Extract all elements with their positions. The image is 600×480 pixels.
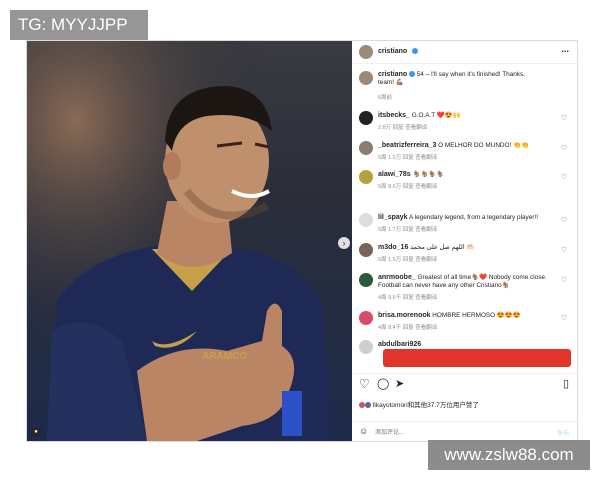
add-comment-input[interactable] xyxy=(373,426,527,439)
comment-icon[interactable]: ◯ xyxy=(377,377,389,390)
verified-icon xyxy=(408,71,415,78)
share-icon[interactable]: ➤ xyxy=(395,377,404,390)
like-icon[interactable]: ♡ xyxy=(359,377,370,391)
avatar[interactable] xyxy=(359,71,373,85)
comment-username[interactable]: brisa.morenook xyxy=(378,312,431,319)
image-preview xyxy=(383,349,571,367)
comment-text: HOMBRE HERMOSO 😍😍😍 xyxy=(432,312,521,319)
avatar[interactable] xyxy=(359,170,373,184)
avatar[interactable] xyxy=(359,273,373,287)
avatar[interactable] xyxy=(359,243,373,257)
like-comment-icon[interactable]: ♡ xyxy=(561,144,567,152)
captain-armband xyxy=(282,391,302,436)
comment-meta: 5周 1.7万 回复 查看翻译 xyxy=(378,227,438,233)
avatar[interactable] xyxy=(359,311,373,325)
liker-avatar-icon xyxy=(364,402,371,409)
watermark-top: TG: MYYJJPP xyxy=(10,10,148,40)
action-bar: ♡ ◯ ➤ ▯ xyxy=(353,373,577,396)
carousel-dots xyxy=(183,434,197,437)
comment-meta: 4周 9.6千 回复 查看翻译 xyxy=(378,295,438,301)
like-comment-icon[interactable]: ♡ xyxy=(561,114,567,122)
comment-username[interactable]: abdulbari926 xyxy=(378,341,421,348)
comment-username[interactable]: alawi_78s xyxy=(378,171,411,178)
comment-text: اللهم صل على محمد 🤲🏻 xyxy=(410,244,475,251)
avatar[interactable] xyxy=(359,111,373,125)
comment-username[interactable]: lil_spayk xyxy=(378,214,408,221)
comment-text: A legendary legend, from a legendary pla… xyxy=(409,214,538,221)
comment-username[interactable]: itsbecks_ xyxy=(378,112,410,119)
jersey-sponsor: ARAMCO xyxy=(202,351,247,362)
avatar[interactable] xyxy=(359,340,373,354)
comment-username[interactable]: m3do_16 xyxy=(378,244,408,251)
likes-text[interactable]: fikayotomori和其他37.7万位用户赞了 xyxy=(373,402,479,409)
comment-meta: 4周 8.4千 回复 查看翻译 xyxy=(378,325,438,331)
instagram-post: ARAMCO › ● cristiano ... cristiano 54 – … xyxy=(26,40,578,442)
more-options-icon[interactable]: ... xyxy=(561,44,569,54)
watermark-bottom: www.zslw88.com xyxy=(428,440,590,470)
next-photo-icon[interactable]: › xyxy=(338,237,350,249)
avatar[interactable] xyxy=(359,141,373,155)
post-photo: ARAMCO › ● xyxy=(27,41,352,441)
like-comment-icon[interactable]: ♡ xyxy=(561,246,567,254)
add-comment-bar: ☺ 发布 xyxy=(353,421,577,442)
comment-meta: 5周 8.6万 回复 查看翻译 xyxy=(378,184,438,190)
likes-summary: fikayotomori和其他37.7万位用户赞了 xyxy=(359,399,479,409)
comment-meta: 5周 1.2万 回复 查看翻译 xyxy=(378,155,438,161)
post-comment-button[interactable]: 发布 xyxy=(557,428,569,437)
save-icon[interactable]: ▯ xyxy=(563,377,569,390)
like-comment-icon[interactable]: ♡ xyxy=(561,314,567,322)
comment-meta: 5周 1.5万 回复 查看翻译 xyxy=(378,257,438,263)
header-username[interactable]: cristiano xyxy=(378,48,407,55)
player-illustration: ARAMCO xyxy=(27,41,352,441)
tagged-user-icon[interactable]: ● xyxy=(31,427,41,437)
like-comment-icon[interactable]: ♡ xyxy=(561,173,567,181)
like-comment-icon[interactable]: ♡ xyxy=(561,276,567,284)
like-comment-icon[interactable]: ♡ xyxy=(561,216,567,224)
comment-username[interactable]: anrmoobe_ xyxy=(378,274,416,281)
comment-text: 🐐🐐🐐🐐 xyxy=(412,171,445,178)
comment-username[interactable]: _beatrizferreira_3 xyxy=(378,142,436,149)
verified-icon xyxy=(412,48,418,54)
caption-meta: 6周前 xyxy=(378,95,393,101)
avatar[interactable] xyxy=(359,213,373,227)
avatar[interactable] xyxy=(359,45,373,59)
comment-text: G.O.A.T ❤️😍🙌 xyxy=(411,112,461,119)
comments-panel: cristiano ... cristiano 54 – I'll say wh… xyxy=(353,41,577,441)
caption-username[interactable]: cristiano xyxy=(378,71,407,78)
comment-text: O MELHOR DO MUNDO! 👏👏 xyxy=(438,142,529,149)
post-header: cristiano ... xyxy=(353,41,577,64)
emoji-icon[interactable]: ☺ xyxy=(359,426,368,436)
comment-meta: 2.8万 回复 查看翻译 xyxy=(378,125,428,131)
